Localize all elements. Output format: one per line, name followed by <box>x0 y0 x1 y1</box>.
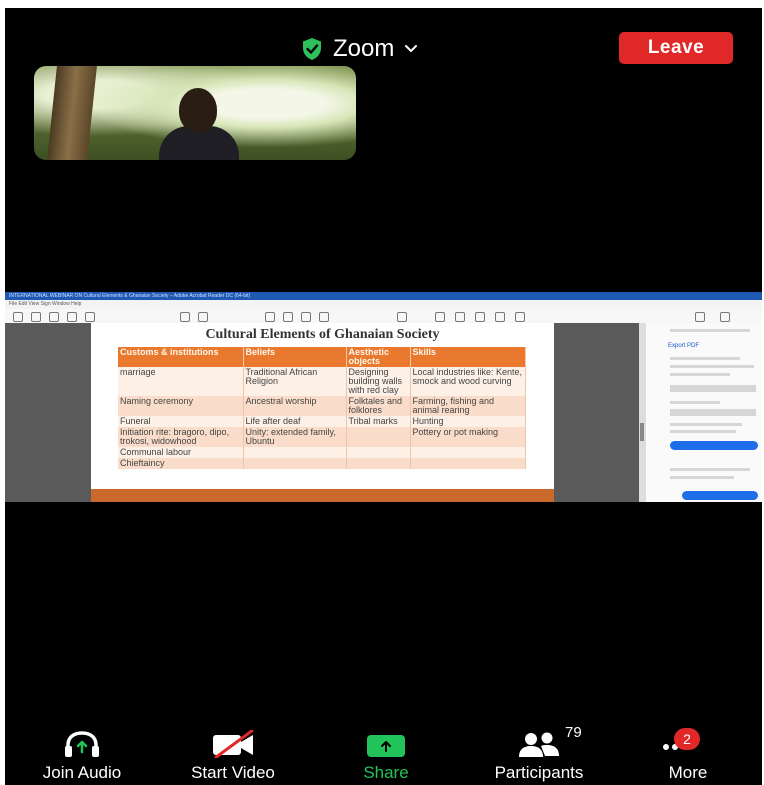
participants-button[interactable]: 79 Participants <box>471 724 607 785</box>
export-side-panel: Export PDF <box>645 323 762 502</box>
export-pdf-link[interactable]: Export PDF <box>668 343 699 349</box>
shared-window-title: INTERNATIONAL WEBINAR ON Cultural Elemen… <box>5 292 762 300</box>
table-row: Initiation rite: bragoro, dipo, trokosi,… <box>118 427 526 447</box>
shared-window-toolbar <box>5 309 762 324</box>
video-off-icon <box>213 730 254 758</box>
start-video-button[interactable]: Start Video <box>171 730 295 785</box>
zoom-out-icon <box>301 312 311 322</box>
join-audio-label: Join Audio <box>42 763 122 782</box>
more-label: More <box>668 763 708 782</box>
fit-page-icon <box>397 312 407 322</box>
table-cell <box>243 458 347 469</box>
video-background-tree <box>47 66 97 160</box>
bell-icon <box>720 312 730 322</box>
table-cell: Unity: extended family, Ubuntu <box>243 427 347 447</box>
table-cell: Designing building walls with red clay <box>346 367 411 396</box>
table-cell <box>243 447 347 458</box>
table-cell: Local industries like: Kente, smock and … <box>410 367 526 396</box>
table-row: Chieftaincy <box>118 458 526 469</box>
table-cell: Chieftaincy <box>118 458 244 469</box>
highlight-icon <box>455 312 465 322</box>
table-cell: Communal labour <box>118 447 244 458</box>
upload-icon <box>49 312 59 322</box>
table-cell: Hunting <box>410 416 526 427</box>
column-header: Skills <box>410 347 526 367</box>
table-cell: Pottery or pot making <box>410 427 526 447</box>
zoom-search-icon <box>85 312 95 322</box>
participants-count: 79 <box>565 724 582 741</box>
table-cell: Initiation rite: bragoro, dipo, trokosi,… <box>118 427 244 447</box>
sign-icon <box>495 312 505 322</box>
shared-window-menubar: File Edit View Sign Window Help <box>5 300 762 309</box>
meeting-title-dropdown[interactable]: Zoom <box>301 32 418 66</box>
zoom-in-icon <box>319 312 329 322</box>
cultural-elements-table: Customs & institutions Beliefs Aesthetic… <box>118 347 526 469</box>
participant-video-thumbnail[interactable] <box>34 66 356 160</box>
table-row: Communal labour <box>118 447 526 458</box>
star-icon <box>31 312 41 322</box>
participants-label: Participants <box>494 763 584 782</box>
meeting-title: Zoom <box>333 35 395 62</box>
table-cell: Farming, fishing and animal rearing <box>410 396 526 416</box>
table-cell <box>410 458 526 469</box>
table-row: Funeral Life after deaf Tribal marks Hun… <box>118 416 526 427</box>
hand-icon <box>283 312 293 322</box>
table-cell: Life after deaf <box>243 416 347 427</box>
table-cell <box>410 447 526 458</box>
stamp-icon <box>515 312 525 322</box>
document-area[interactable]: Cultural Elements of Ghanaian Society Cu… <box>5 323 643 502</box>
table-cell: Naming ceremony <box>118 396 244 416</box>
table-cell: Funeral <box>118 416 244 427</box>
column-header: Beliefs <box>243 347 347 367</box>
table-cell: Ancestral worship <box>243 396 347 416</box>
meeting-controls: Join Audio Start Video Share 79 Particip… <box>5 724 762 785</box>
column-header: Aesthetic objects <box>346 347 411 367</box>
page-up-icon <box>180 312 190 322</box>
table-cell <box>346 458 411 469</box>
share-screen-icon <box>367 735 405 757</box>
zoom-meeting-screen: Zoom Leave INTERNATIONAL WEBINAR ON Cult… <box>5 8 762 785</box>
more-notification-badge: 2 <box>674 728 700 750</box>
headphones-icon <box>65 731 99 757</box>
join-audio-button[interactable]: Join Audio <box>23 730 141 785</box>
column-header: Customs & institutions <box>118 347 244 367</box>
table-cell: marriage <box>118 367 244 396</box>
participants-icon <box>519 732 559 757</box>
participant-figure <box>159 88 239 160</box>
start-video-label: Start Video <box>191 763 275 782</box>
table-cell: Traditional African Religion <box>243 367 347 396</box>
more-button[interactable]: 2 More <box>653 728 723 785</box>
table-row: marriage Traditional African Religion De… <box>118 367 526 396</box>
table-cell <box>346 447 411 458</box>
table-row: Naming ceremony Ancestral worship Folkta… <box>118 396 526 416</box>
free-trial-button[interactable] <box>682 491 758 500</box>
print-icon <box>67 312 77 322</box>
help-icon <box>695 312 705 322</box>
screen-share-view[interactable]: INTERNATIONAL WEBINAR ON Cultural Elemen… <box>5 292 762 502</box>
page-down-icon <box>198 312 208 322</box>
share-button[interactable]: Share <box>348 730 424 785</box>
home-icon <box>13 312 23 322</box>
table-cell: Folktales and folklores <box>346 396 411 416</box>
slide-title: Cultural Elements of Ghanaian Society <box>205 327 440 342</box>
table-cell: Tribal marks <box>346 416 411 427</box>
table-cell <box>346 427 411 447</box>
slide-page: Cultural Elements of Ghanaian Society Cu… <box>91 323 554 502</box>
chevron-down-icon <box>405 45 418 53</box>
cursor-icon <box>265 312 275 322</box>
pen-icon <box>475 312 485 322</box>
comment-icon <box>435 312 445 322</box>
table-header-row: Customs & institutions Beliefs Aesthetic… <box>118 347 526 367</box>
leave-button[interactable]: Leave <box>619 32 733 64</box>
slide-footer-strip <box>91 489 554 502</box>
shield-check-icon <box>303 38 321 60</box>
share-label: Share <box>363 763 409 782</box>
convert-button[interactable] <box>670 441 758 450</box>
